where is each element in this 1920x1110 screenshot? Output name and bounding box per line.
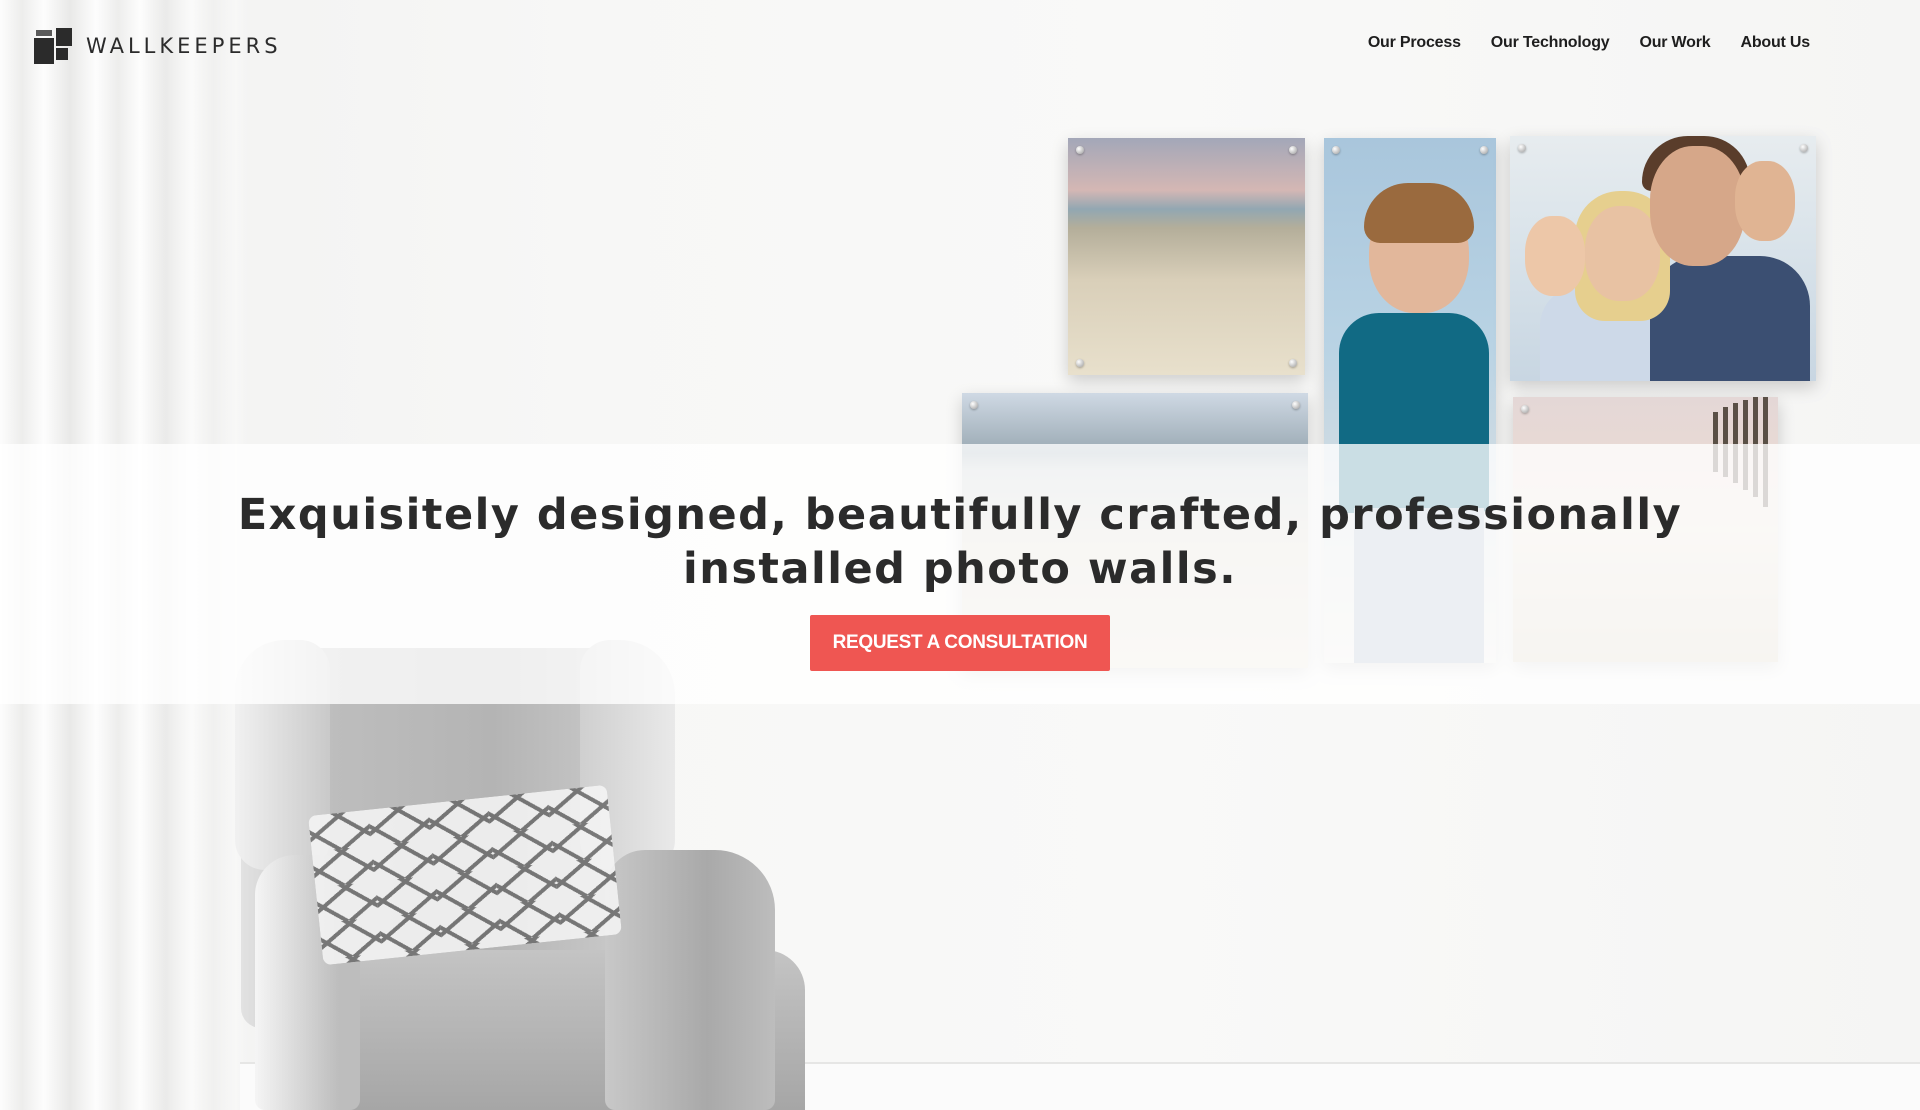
standoff-pin	[1289, 359, 1297, 367]
standoff-pin	[1518, 144, 1526, 152]
family-shirt-dark	[1650, 256, 1810, 381]
hero-headline: Exquisitely designed, beautifully crafte…	[237, 490, 1683, 594]
standoff-pin	[1480, 146, 1488, 154]
standoff-pin	[970, 401, 978, 409]
family-face-man	[1650, 146, 1745, 266]
main-nav: Our Process Our Technology Our Work Abou…	[1368, 34, 1810, 52]
nav-about-us[interactable]: About Us	[1740, 34, 1810, 52]
family-face-girl	[1525, 216, 1585, 296]
chevron-pillow	[307, 784, 623, 966]
photo-sand-dunes	[1068, 138, 1305, 375]
family-face-boy	[1735, 161, 1795, 241]
standoff-pin	[1521, 405, 1529, 413]
nav-our-process[interactable]: Our Process	[1368, 34, 1461, 52]
standoff-pin	[1800, 144, 1808, 152]
site-header: WALLKEEPERS Our Process Our Technology O…	[0, 0, 1920, 90]
boy-hair	[1364, 183, 1474, 243]
standoff-pin	[1289, 146, 1297, 154]
standoff-pin	[1292, 401, 1300, 409]
chair-arm-right	[605, 850, 775, 1110]
request-consultation-button[interactable]: REQUEST A CONSULTATION	[810, 615, 1110, 671]
brand-logo-link[interactable]: WALLKEEPERS	[34, 28, 282, 64]
wallkeepers-logo-icon	[34, 28, 72, 64]
brand-name: WALLKEEPERS	[86, 34, 282, 58]
standoff-pin	[1076, 359, 1084, 367]
armchair-image	[235, 640, 820, 1110]
standoff-pin	[1076, 146, 1084, 154]
nav-our-work[interactable]: Our Work	[1639, 34, 1710, 52]
standoff-pin	[1332, 146, 1340, 154]
family-face-woman	[1585, 206, 1660, 301]
hero-section: Exquisitely designed, beautifully crafte…	[0, 488, 1920, 596]
nav-our-technology[interactable]: Our Technology	[1491, 34, 1610, 52]
photo-family-portrait	[1510, 136, 1816, 381]
